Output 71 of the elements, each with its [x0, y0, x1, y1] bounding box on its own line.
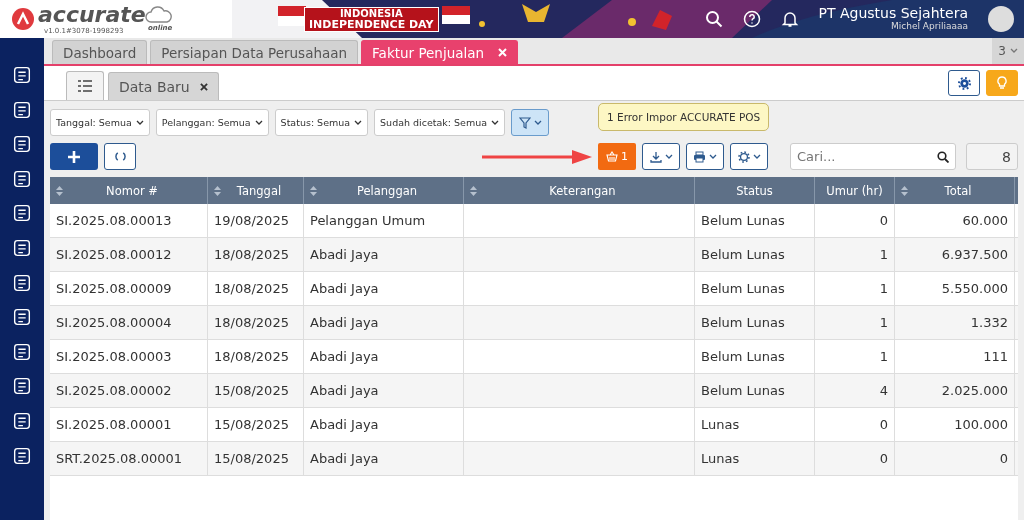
table-cell: SRT.2025.08.00001 — [56, 451, 183, 466]
table-cell: SI.2025.08.00001 — [56, 417, 172, 432]
table-cell: 4 — [879, 383, 888, 398]
table-cell: SI.2025.08.00002 — [56, 383, 172, 398]
table-cell: 0 — [879, 417, 888, 432]
column-header[interactable]: Nomor # — [63, 183, 201, 198]
table-cell: Belum Lunas — [701, 213, 785, 228]
table-cell: SI.2025.08.00013 — [56, 213, 172, 228]
column-header[interactable]: Pelanggan — [317, 183, 457, 198]
filter-dropdown[interactable]: Status: Semua — [274, 109, 369, 136]
table-cell: 2.025.000 — [941, 383, 1008, 398]
user-name: Michel Apriliaaaa — [891, 21, 968, 32]
table-cell: SI.2025.08.00012 — [56, 247, 172, 262]
tab[interactable]: Faktur Penjualan — [361, 40, 519, 64]
table-cell: 1.332 — [970, 315, 1008, 330]
filter-dropdown[interactable]: Tanggal: Semua — [50, 109, 150, 136]
table-cell: Lunas — [701, 417, 740, 432]
filter-dropdown[interactable]: Sudah dicetak: Semua — [374, 109, 505, 136]
table-cell: 15/08/2025 — [214, 451, 289, 466]
table-cell: 1 — [879, 349, 888, 364]
table-cell: Abadi Jaya — [310, 451, 379, 466]
table-cell: 0 — [999, 451, 1008, 466]
company-name: PT Agustus Sejahtera — [818, 6, 968, 22]
table-cell: Pelanggan Umum — [310, 213, 426, 228]
table-cell: 18/08/2025 — [214, 247, 289, 262]
table-cell: Abadi Jaya — [310, 383, 379, 398]
tab[interactable]: Data Baru — [108, 72, 219, 100]
column-header[interactable]: Status — [701, 183, 808, 198]
table-cell: 111 — [983, 349, 1008, 364]
table-cell: 60.000 — [962, 213, 1008, 228]
table-cell: Abadi Jaya — [310, 315, 379, 330]
table-cell: 0 — [879, 451, 888, 466]
table-cell: Abadi Jaya — [310, 417, 379, 432]
table-cell: 18/08/2025 — [214, 281, 289, 296]
table-cell: Belum Lunas — [701, 247, 785, 262]
table-cell: 1 — [879, 281, 888, 296]
table-cell: Abadi Jaya — [310, 349, 379, 364]
table-cell: 15/08/2025 — [214, 383, 289, 398]
table-cell: 0 — [879, 213, 888, 228]
table-cell: SI.2025.08.00009 — [56, 281, 172, 296]
column-header[interactable]: Tanggal — [221, 183, 297, 198]
table-cell: 18/08/2025 — [214, 315, 289, 330]
logo-text: accurate — [38, 4, 146, 26]
table-cell: 6.937.500 — [941, 247, 1008, 262]
tab-count-button[interactable]: 3 — [992, 38, 1024, 64]
table-cell: SI.2025.08.00004 — [56, 315, 172, 330]
table-cell: 100.000 — [954, 417, 1008, 432]
filter-dropdown[interactable]: Pelanggan: Semua — [155, 109, 269, 136]
table-cell: Abadi Jaya — [310, 281, 379, 296]
table-cell: Belum Lunas — [701, 315, 785, 330]
table-cell: 1 — [879, 315, 888, 330]
table-cell: Lunas — [701, 451, 740, 466]
table-cell: Belum Lunas — [701, 281, 785, 296]
table-cell: 15/08/2025 — [214, 417, 289, 432]
banner-badge: INDONESIA INDEPENDENCE DAY — [304, 6, 439, 32]
tab[interactable]: Dashboard — [52, 40, 148, 64]
table-cell: Belum Lunas — [701, 383, 785, 398]
table-cell: 18/08/2025 — [214, 349, 289, 364]
table-cell: SI.2025.08.00003 — [56, 349, 172, 364]
search-field[interactable]: Cari... — [790, 143, 956, 170]
tab[interactable]: Persiapan Data Perusahaan — [150, 40, 359, 64]
tooltip: 1 Error Impor ACCURATE POS — [598, 103, 770, 131]
table-cell: 5.550.000 — [941, 281, 1008, 296]
record-count: 8 — [966, 143, 1018, 170]
table-cell: Abadi Jaya — [310, 247, 379, 262]
column-header[interactable]: Keterangan — [477, 183, 688, 198]
column-header[interactable]: Umur (hr) — [821, 183, 888, 198]
table-cell: Belum Lunas — [701, 349, 785, 364]
column-header[interactable]: Total — [908, 183, 1008, 198]
table-cell: 19/08/2025 — [214, 213, 289, 228]
table-cell: 1 — [879, 247, 888, 262]
